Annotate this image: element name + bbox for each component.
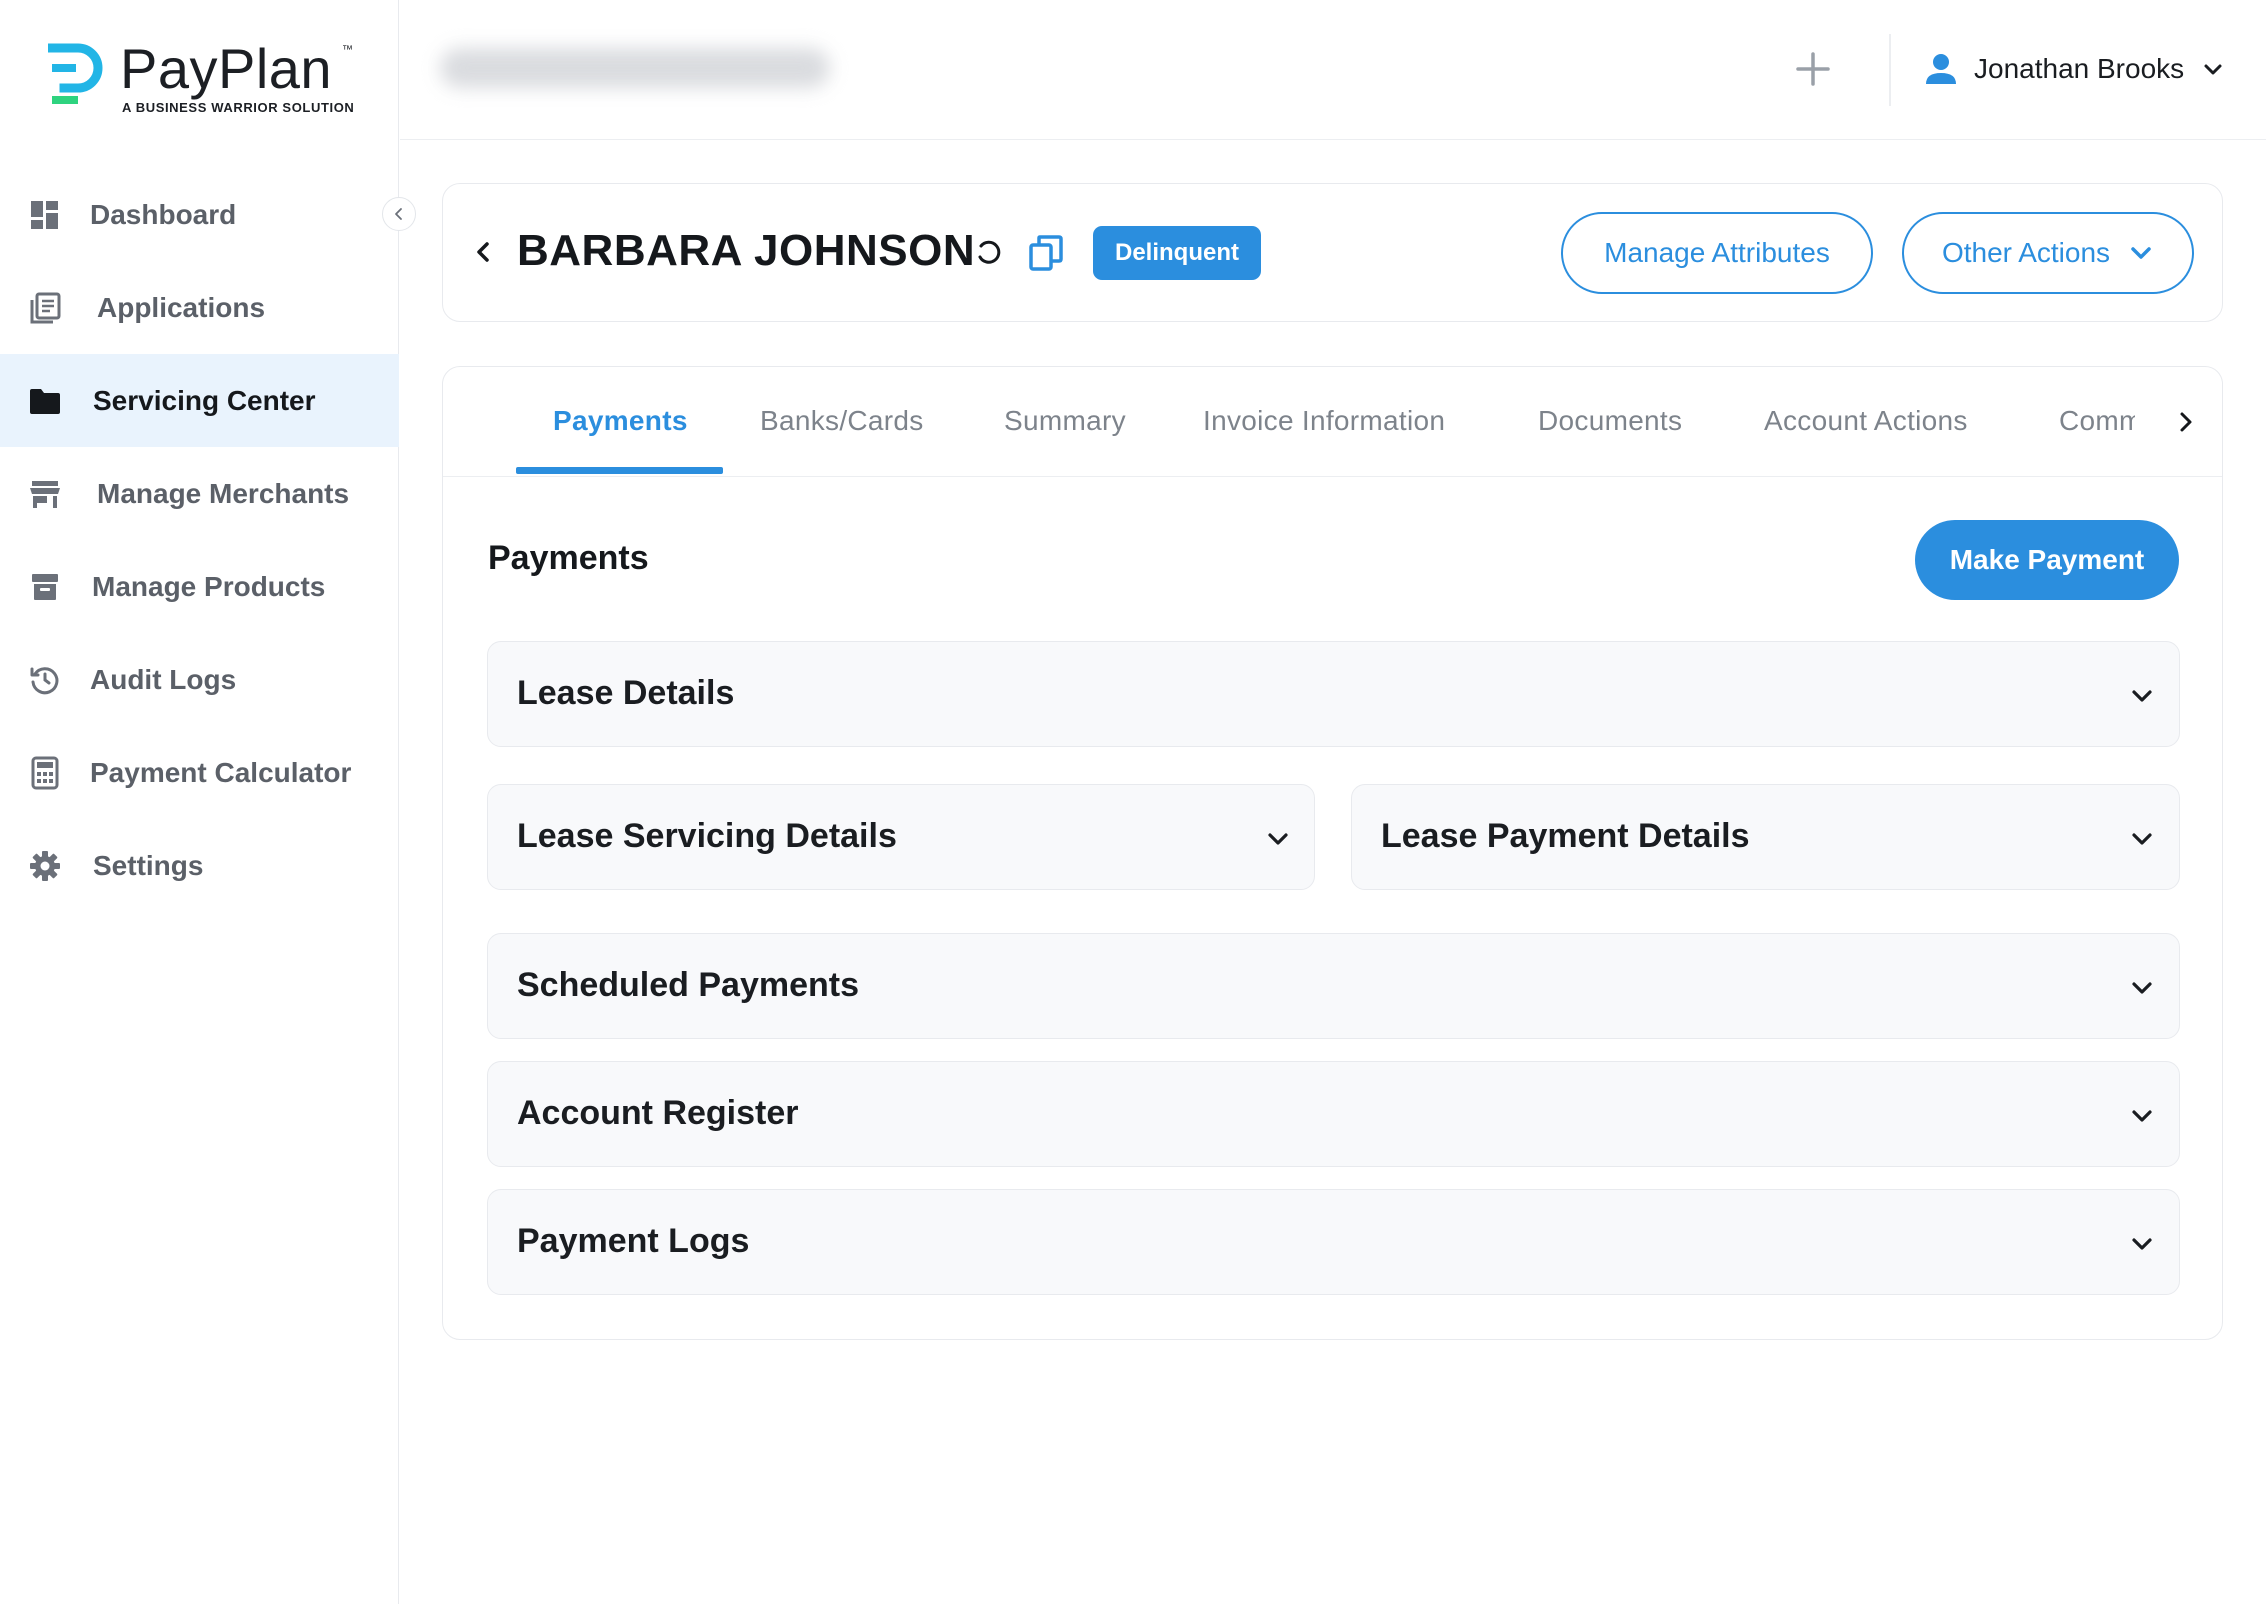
brand-tagline: A BUSINESS WARRIOR SOLUTION bbox=[122, 100, 355, 115]
divider bbox=[1889, 34, 1891, 106]
sidebar: PayPlan ™ A BUSINESS WARRIOR SOLUTION Da… bbox=[0, 0, 416, 1604]
accordion-label: Lease Details bbox=[517, 674, 735, 712]
history-icon bbox=[28, 663, 62, 697]
sidebar-item-applications[interactable]: Applications bbox=[0, 261, 399, 354]
redacted-area bbox=[440, 48, 830, 88]
sidebar-item-label: Audit Logs bbox=[90, 663, 237, 695]
chevron-down-icon bbox=[2132, 690, 2152, 702]
accordion-lease-servicing-details[interactable]: Lease Servicing Details bbox=[487, 784, 1315, 890]
sidebar-item-label: Dashboard bbox=[90, 198, 237, 230]
tab-banks-cards[interactable]: Banks/Cards bbox=[760, 405, 924, 437]
accordion-lease-payment-details[interactable]: Lease Payment Details bbox=[1351, 784, 2180, 890]
customer-header: BARBARA JOHNSON Delinquent Manage Attrib… bbox=[442, 183, 2223, 322]
chevron-left-icon bbox=[395, 208, 402, 220]
sidebar-nav: Dashboard Applications Servicing Center … bbox=[0, 168, 399, 912]
tab-payments[interactable]: Payments bbox=[553, 405, 688, 437]
gear-icon bbox=[28, 849, 62, 883]
add-button[interactable] bbox=[1792, 48, 1834, 90]
accordion-label: Account Register bbox=[517, 1094, 799, 1132]
accordion-payment-logs[interactable]: Payment Logs bbox=[487, 1189, 2180, 1295]
user-menu[interactable]: Jonathan Brooks bbox=[1924, 46, 2224, 92]
accordion-account-register[interactable]: Account Register bbox=[487, 1061, 2180, 1167]
calculator-icon bbox=[28, 756, 62, 790]
accordion-label: Scheduled Payments bbox=[517, 966, 860, 1004]
accordion-scheduled-payments[interactable]: Scheduled Payments bbox=[487, 933, 2180, 1039]
sidebar-item-manage-merchants[interactable]: Manage Merchants bbox=[0, 447, 399, 540]
accordion-lease-details[interactable]: Lease Details bbox=[487, 641, 2180, 747]
user-name: Jonathan Brooks bbox=[1974, 53, 2185, 84]
tab-communications[interactable]: Commu bbox=[2059, 405, 2135, 437]
payments-panel: Payments Banks/Cards Summary Invoice Inf… bbox=[442, 366, 2223, 1340]
applications-icon bbox=[28, 291, 62, 325]
user-icon bbox=[1926, 54, 1956, 84]
tab-overflow-clip: Commu bbox=[2059, 397, 2135, 447]
tab-documents[interactable]: Documents bbox=[1538, 405, 1682, 437]
sidebar-item-label: Settings bbox=[93, 849, 204, 881]
chevron-down-icon bbox=[2132, 1110, 2152, 1122]
sidebar-item-label: Manage Merchants bbox=[97, 477, 350, 509]
brand-trademark: ™ bbox=[342, 44, 353, 56]
folder-icon bbox=[28, 384, 62, 418]
sidebar-item-settings[interactable]: Settings bbox=[0, 819, 399, 912]
chevron-down-icon bbox=[2132, 982, 2152, 994]
manage-attributes-button[interactable]: Manage Attributes bbox=[1561, 212, 1873, 294]
accordion-label: Payment Logs bbox=[517, 1222, 750, 1260]
sidebar-item-label: Manage Products bbox=[92, 570, 326, 602]
copy-button[interactable] bbox=[1028, 234, 1064, 272]
chevron-down-icon bbox=[2132, 833, 2152, 845]
make-payment-button[interactable]: Make Payment bbox=[1915, 520, 2179, 600]
chevron-left-icon bbox=[477, 242, 489, 262]
archive-box-icon bbox=[28, 570, 62, 604]
tab-invoice-information[interactable]: Invoice Information bbox=[1203, 405, 1445, 437]
tabs-scroll-right-button[interactable] bbox=[2171, 407, 2201, 437]
customer-name: BARBARA JOHNSON bbox=[517, 226, 976, 275]
sidebar-item-dashboard[interactable]: Dashboard bbox=[0, 168, 399, 261]
refresh-button[interactable] bbox=[973, 236, 1005, 268]
chevron-down-icon bbox=[2132, 1238, 2152, 1250]
back-button[interactable] bbox=[467, 236, 499, 268]
chevron-right-icon bbox=[2180, 412, 2192, 432]
other-actions-label: Other Actions bbox=[1941, 237, 2111, 268]
store-icon bbox=[28, 477, 62, 511]
copy-icon bbox=[1029, 235, 1063, 271]
tab-summary[interactable]: Summary bbox=[1004, 405, 1126, 437]
payplan-logo-mark-icon bbox=[48, 43, 103, 104]
collapse-sidebar-button[interactable] bbox=[382, 197, 416, 231]
dashboard-icon bbox=[28, 198, 62, 232]
tab-account-actions[interactable]: Account Actions bbox=[1764, 405, 1968, 437]
sidebar-item-label: Servicing Center bbox=[93, 384, 316, 416]
sidebar-item-label: Payment Calculator bbox=[90, 756, 352, 788]
brand-name: PayPlan bbox=[120, 37, 333, 100]
sidebar-item-payment-calculator[interactable]: Payment Calculator bbox=[0, 726, 399, 819]
other-actions-button[interactable]: Other Actions bbox=[1902, 212, 2194, 294]
plus-icon bbox=[1796, 52, 1830, 86]
section-title: Payments bbox=[488, 539, 649, 577]
chevron-down-icon bbox=[1268, 833, 1288, 845]
refresh-icon bbox=[978, 240, 1001, 264]
payplan-logo[interactable]: PayPlan ™ A BUSINESS WARRIOR SOLUTION bbox=[48, 37, 368, 120]
active-tab-indicator bbox=[516, 467, 723, 474]
sidebar-item-audit-logs[interactable]: Audit Logs bbox=[0, 633, 399, 726]
accordion-label: Lease Payment Details bbox=[1381, 817, 1750, 855]
tab-bar: Payments Banks/Cards Summary Invoice Inf… bbox=[443, 367, 2222, 477]
sidebar-item-manage-products[interactable]: Manage Products bbox=[0, 540, 399, 633]
accordion-label: Lease Servicing Details bbox=[517, 817, 897, 855]
status-badge: Delinquent bbox=[1093, 226, 1261, 280]
chevron-down-icon bbox=[2204, 64, 2222, 75]
sidebar-item-label: Applications bbox=[97, 291, 266, 323]
sidebar-item-servicing-center[interactable]: Servicing Center bbox=[0, 354, 399, 447]
top-bar: Jonathan Brooks bbox=[400, 0, 2266, 140]
chevron-down-icon bbox=[2131, 247, 2151, 259]
